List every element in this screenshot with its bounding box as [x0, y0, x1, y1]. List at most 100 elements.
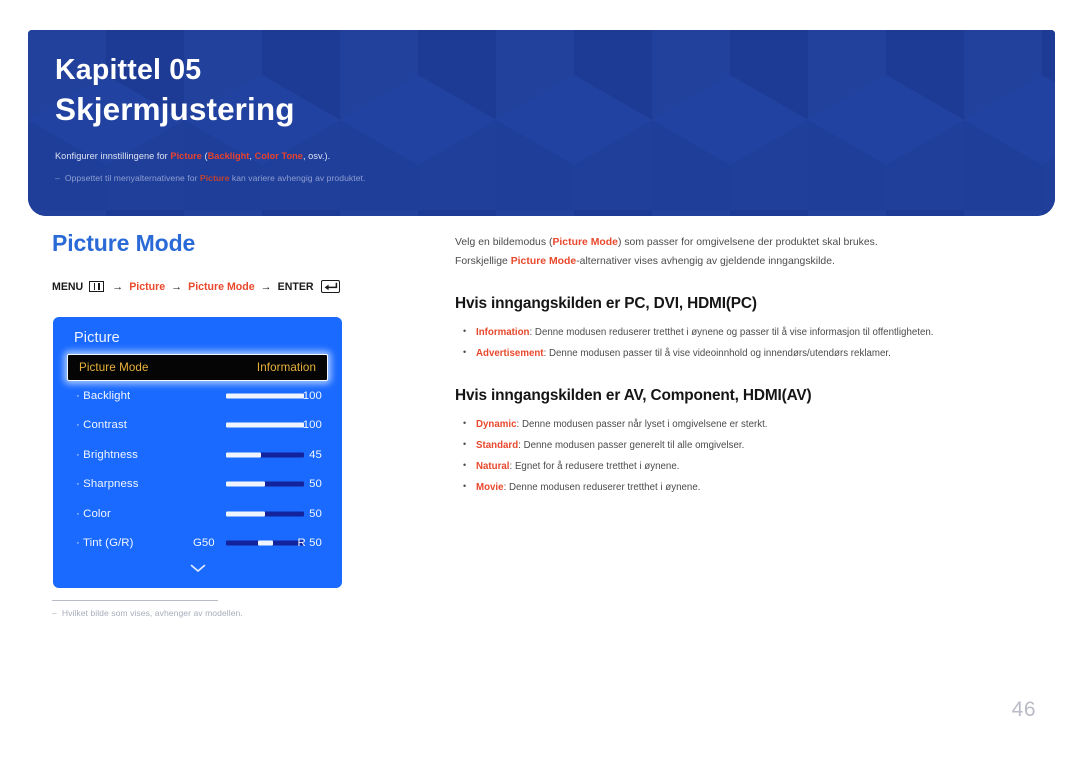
footnote-divider	[52, 600, 218, 601]
osd-row-left-endlabel: G50	[193, 537, 215, 550]
chapter-title: Skjermjustering	[55, 90, 295, 127]
osd-slider[interactable]	[226, 481, 304, 487]
osd-row-value: R 50	[297, 537, 322, 550]
osd-row-value: 50	[309, 507, 322, 520]
osd-selected-value: Information	[256, 361, 316, 374]
osd-row-label: · Backlight	[76, 389, 131, 402]
osd-slider[interactable]	[226, 452, 304, 458]
banner-subtitle-keyword-picture: Picture	[170, 150, 202, 161]
intro-p1-pre: Velg en bildemodus (	[455, 237, 553, 248]
breadcrumb: MENU → Picture → Picture Mode → ENTER	[52, 280, 424, 293]
osd-row-picture-mode-selected[interactable]: Picture Mode Information	[67, 354, 328, 381]
osd-menu-title: Picture	[74, 330, 120, 346]
left-column: Picture Mode MENU → Picture → Picture Mo…	[52, 230, 424, 293]
mode-list-pc: Information: Denne modusen reduserer tre…	[455, 322, 1033, 364]
osd-row-value: 45	[309, 448, 322, 461]
menu-grid-icon	[89, 281, 105, 292]
footnote-dash: –	[52, 608, 57, 618]
page-title: Picture Mode	[52, 230, 196, 256]
banner-note-pre: Oppsettet til menyalternativene for	[64, 172, 200, 183]
list-item-term: Advertisement	[476, 347, 544, 359]
banner-note: – Oppsettet til menyalternativene for Pic…	[55, 172, 1055, 185]
osd-row-value: 100	[302, 419, 322, 432]
osd-row-list: · Backlight 100 · Contrast 100 · Brightness 4…	[67, 381, 328, 558]
footnote-body: Hvilket bilde som vises, avhenger av mod…	[61, 608, 243, 618]
list-item-description: : Denne modusen passer til å vise videoi…	[543, 347, 891, 359]
section-heading-pc: Hvis inngangskilden er PC, DVI, HDMI(PC)	[455, 294, 757, 312]
osd-row-label: · Sharpness	[76, 478, 139, 491]
osd-row[interactable]: · Sharpness 50	[67, 470, 328, 500]
section-heading-av: Hvis inngangskilden er AV, Component, HD…	[455, 386, 812, 404]
page-number: 46	[1011, 698, 1036, 721]
osd-row[interactable]: · Backlight 100	[67, 381, 328, 411]
list-item-term: Standard	[476, 439, 519, 451]
list-item-term: Dynamic	[476, 418, 517, 430]
breadcrumb-menu-label: MENU	[52, 280, 84, 293]
list-item: Standard: Denne modusen passer generelt …	[455, 435, 1033, 456]
breadcrumb-arrow-2: →	[171, 280, 183, 293]
list-item: Information: Denne modusen reduserer tre…	[455, 322, 1033, 343]
osd-slider-fill	[226, 422, 304, 428]
banner-subtitle-pre: Konfigurer innstillingene for	[55, 150, 171, 161]
list-item-description: : Egnet for å redusere tretthet i øynene…	[509, 461, 680, 473]
list-item-description: : Denne modusen passer når lyset i omgiv…	[516, 418, 768, 430]
osd-row-label: · Tint (G/R)	[76, 537, 134, 550]
intro-paragraph-2: Forskjellige Picture Mode-alternativer v…	[455, 252, 1033, 271]
intro-p1-post: ) som passer for omgivelsene der produkt…	[617, 237, 878, 248]
list-item: Movie: Denne modusen reduserer tretthet …	[455, 477, 1033, 498]
osd-row-value: 50	[309, 478, 322, 491]
intro-p2-pre: Forskjellige	[455, 256, 511, 268]
breadcrumb-step-picture-mode: Picture Mode	[188, 280, 255, 293]
list-item-description: : Denne modusen passer generelt til alle…	[518, 439, 745, 451]
list-item-term: Movie	[476, 482, 504, 494]
banner-subtitle-keyword-backlight: Backlight	[207, 150, 250, 161]
list-item-description: : Denne modusen reduserer tretthet i øyn…	[529, 326, 934, 338]
osd-row[interactable]: · Brightness 45	[67, 440, 328, 470]
osd-row-value: 100	[302, 389, 322, 402]
list-item-term: Natural	[476, 461, 510, 473]
osd-row[interactable]: · Tint (G/R) G50 R 50	[67, 529, 328, 559]
document-page: Kapittel 05 Skjermjustering Konfigurer i…	[0, 0, 1080, 763]
footnote: – Hvilket bilde som vises, avhenger av mo…	[52, 600, 352, 618]
osd-slider-fill	[226, 393, 304, 399]
intro-p2-keyword: Picture Mode	[510, 256, 577, 268]
breadcrumb-enter-label: ENTER	[277, 280, 314, 293]
osd-slider[interactable]	[226, 422, 304, 428]
list-item: Advertisement: Denne modusen passer til …	[455, 343, 1033, 364]
mode-list-av: Dynamic: Denne modusen passer når lyset …	[455, 414, 1033, 499]
osd-selected-label: Picture Mode	[79, 361, 149, 374]
banner-subtitle: Konfigurer innstillingene for Picture (B…	[55, 150, 1055, 164]
banner-subtitle-keyword-colortone: Color Tone	[254, 150, 303, 161]
osd-slider-fill	[226, 452, 262, 458]
list-item-term: Information	[476, 326, 530, 338]
list-item-description: : Denne modusen reduserer tretthet i øyn…	[503, 482, 701, 494]
intro-p2-post: -alternativer vises avhengig av gjeldend…	[576, 256, 835, 268]
osd-slider-fill	[226, 511, 265, 517]
breadcrumb-arrow-1: →	[112, 280, 124, 293]
banner-note-keyword-picture: Picture	[199, 172, 230, 183]
osd-row[interactable]: · Color 50	[67, 499, 328, 529]
osd-row[interactable]: · Contrast 100	[67, 411, 328, 441]
osd-picture-menu: Picture Picture Mode Information · Backl…	[53, 317, 342, 588]
osd-slider[interactable]	[226, 393, 304, 399]
intro-paragraph-1: Velg en bildemodus (Picture Mode) som pa…	[455, 233, 1033, 252]
right-column: Velg en bildemodus (Picture Mode) som pa…	[455, 233, 1033, 498]
list-item: Dynamic: Denne modusen passer når lyset …	[455, 414, 1033, 435]
chevron-down-icon[interactable]	[67, 560, 328, 578]
osd-row-label: · Color	[76, 507, 111, 520]
chapter-banner: Kapittel 05 Skjermjustering Konfigurer i…	[28, 30, 1055, 216]
osd-slider[interactable]	[226, 511, 304, 517]
osd-row-label: · Contrast	[76, 419, 128, 432]
banner-note-post: kan variere avhengig av produktet.	[229, 172, 366, 183]
footnote-text: – Hvilket bilde som vises, avhenger av mo…	[52, 608, 352, 618]
enter-key-icon	[320, 280, 340, 293]
banner-subtitle-post: , osv.).	[302, 150, 331, 161]
osd-row-label: · Brightness	[76, 448, 138, 461]
intro-p1-keyword: Picture Mode	[552, 237, 618, 248]
osd-slider-thumb	[257, 540, 273, 546]
breadcrumb-arrow-3: →	[260, 280, 272, 293]
list-item: Natural: Egnet for å redusere tretthet i…	[455, 456, 1033, 477]
breadcrumb-step-picture: Picture	[129, 280, 166, 293]
osd-slider-fill	[226, 481, 265, 487]
osd-slider[interactable]	[226, 540, 304, 546]
